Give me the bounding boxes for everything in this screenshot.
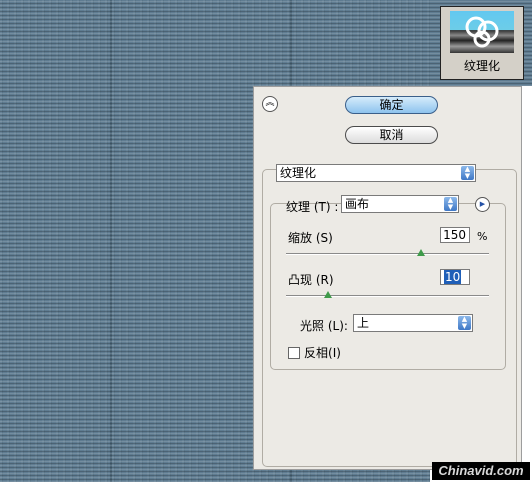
- invert-label: 反相(I): [304, 346, 341, 360]
- texture-menu-arrow-icon[interactable]: ▶: [475, 197, 490, 212]
- select-arrow-icon: ▲ ▼: [458, 316, 471, 330]
- light-select-value: 上: [357, 316, 370, 330]
- filter-thumbnail-icon: [450, 11, 514, 53]
- select-arrow-icon: ▲ ▼: [461, 166, 474, 180]
- scaling-slider-track[interactable]: [286, 253, 489, 255]
- scaling-unit: %: [477, 230, 488, 243]
- collapse-chevron-icon[interactable]: ︽: [262, 96, 278, 112]
- texture-label: 纹理 (T) :: [286, 200, 339, 214]
- filter-thumbnail[interactable]: 纹理化: [440, 6, 524, 80]
- relief-label: 凸现 (R): [288, 273, 334, 287]
- filter-thumbnail-label: 纹理化: [463, 59, 500, 73]
- light-label: 光照 (L):: [300, 319, 348, 333]
- cancel-button[interactable]: 取消: [345, 126, 438, 144]
- relief-slider-thumb[interactable]: [324, 291, 332, 298]
- watermark: Chinavid.com: [432, 462, 530, 480]
- ok-button[interactable]: 确定: [345, 96, 438, 114]
- filter-select[interactable]: 纹理化 ▲ ▼: [276, 164, 476, 182]
- scaling-slider-thumb[interactable]: [417, 249, 425, 256]
- filter-options-panel: ︽ 确定 取消 纹理化 ▲ ▼ 纹理 (T) : 画布 ▲ ▼ ▶ 缩放 (S) 1…: [253, 86, 522, 470]
- select-arrow-icon: ▲ ▼: [444, 197, 457, 211]
- relief-slider-track[interactable]: [286, 295, 489, 297]
- scaling-input[interactable]: 150: [440, 227, 470, 243]
- light-select[interactable]: 上 ▲ ▼: [353, 314, 473, 332]
- texture-select-value: 画布: [345, 197, 370, 211]
- texture-select[interactable]: 画布 ▲ ▼: [341, 195, 459, 213]
- relief-input[interactable]: 10: [440, 269, 470, 285]
- scaling-label: 缩放 (S): [288, 231, 333, 245]
- invert-checkbox[interactable]: [288, 347, 300, 359]
- filter-select-value: 纹理化: [280, 166, 317, 180]
